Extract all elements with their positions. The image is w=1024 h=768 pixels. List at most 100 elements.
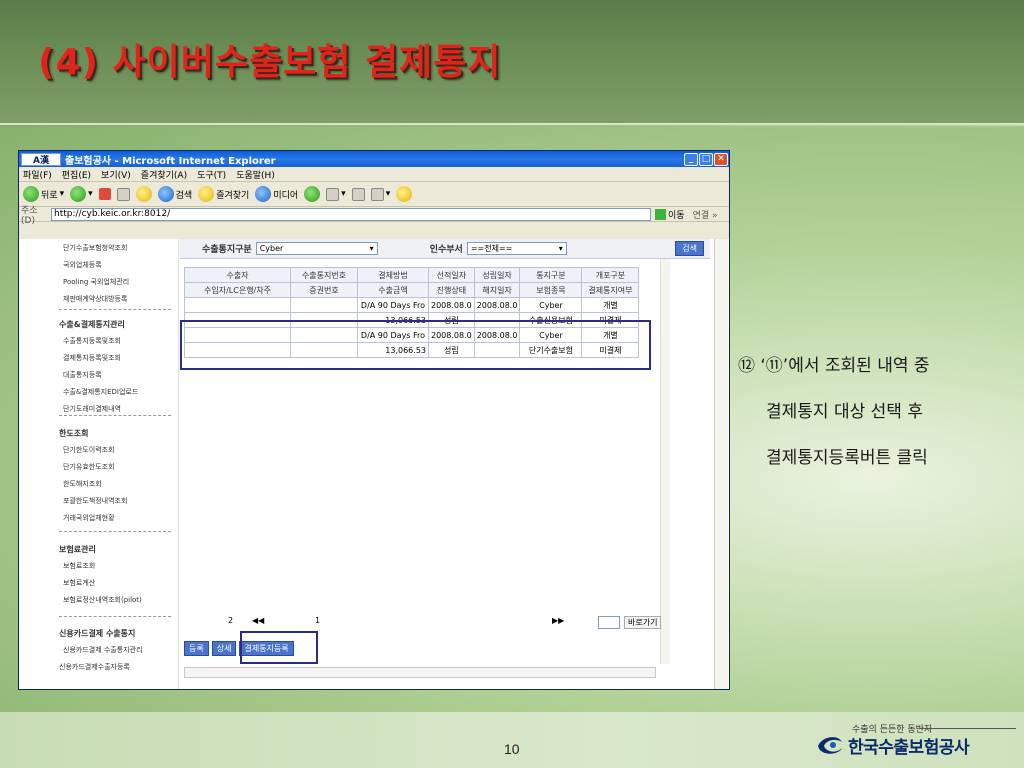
menu-edit[interactable]: 편집(E) bbox=[62, 168, 91, 181]
close-button[interactable]: ✕ bbox=[714, 152, 728, 166]
menu-item[interactable]: 단기수출보험청약조회 bbox=[59, 243, 129, 253]
menu-item[interactable]: Pooling 국외업체관리 bbox=[59, 277, 129, 287]
table-row[interactable]: D/A 90 Days Fro 2008.08.0 2008.08.0 Cybe… bbox=[184, 297, 640, 313]
menu-view[interactable]: 보기(V) bbox=[101, 168, 131, 181]
menu-help[interactable]: 도움말(H) bbox=[236, 168, 275, 181]
menu-item[interactable]: 수출&결제통지EDI업로드 bbox=[59, 387, 138, 397]
grid-header-cell[interactable]: 해지일자 bbox=[473, 282, 521, 298]
history-button[interactable] bbox=[304, 186, 321, 202]
grid-header-cell[interactable]: 선적일자 bbox=[428, 267, 475, 283]
mail-button[interactable]: ▾ bbox=[326, 187, 346, 201]
mail-icon bbox=[326, 187, 340, 201]
links-button[interactable]: 연결 » bbox=[693, 208, 718, 221]
minimize-button[interactable]: _ bbox=[684, 152, 698, 166]
menu-item[interactable]: 신용카드결제 수출통지관리 bbox=[59, 645, 143, 655]
menu-item[interactable]: 결제통지등록및조회 bbox=[59, 353, 138, 363]
menu-group-title[interactable]: 보험료관리 bbox=[59, 544, 142, 555]
menu-item[interactable]: 재판매계약상대방등록 bbox=[59, 294, 129, 304]
goto-page-input[interactable] bbox=[598, 616, 620, 629]
pager-current[interactable]: 1 bbox=[315, 616, 320, 625]
detail-button[interactable]: 상세 bbox=[211, 641, 237, 656]
media-label: 미디어 bbox=[273, 190, 299, 201]
grid-header-cell[interactable]: 통지구분 bbox=[519, 267, 583, 283]
history-icon bbox=[304, 186, 321, 202]
forward-button[interactable]: ▾ bbox=[70, 186, 93, 202]
register-button[interactable]: 등록 bbox=[184, 641, 209, 656]
stop-button[interactable] bbox=[98, 188, 111, 200]
grid-header-cell[interactable]: 결제방법 bbox=[357, 267, 429, 283]
favorites-button[interactable]: 즐겨찾기 bbox=[198, 186, 249, 202]
grid-header-cell[interactable]: 수출금액 bbox=[357, 282, 429, 298]
print-button[interactable] bbox=[351, 187, 365, 201]
grid-header-cell[interactable]: 증권번호 bbox=[290, 282, 358, 298]
grid-header-row: 수입자/LC은행/차주 증권번호 수출금액 진행상태 해지일자 보험종목 결제통… bbox=[184, 282, 640, 298]
menu-item[interactable]: 포괄한도책정내역조회 bbox=[59, 496, 127, 506]
menu-item[interactable]: 국외업체등록 bbox=[59, 260, 129, 270]
menu-group-premium: 보험료관리 보험료조회 보험료계산 보험료정산내역조회(pilot) bbox=[59, 544, 142, 612]
menu-group-title[interactable]: 수출&결제통지관리 bbox=[59, 319, 138, 330]
left-menu: 단기수출보험청약조회 국외업체등록 Pooling 국외업체관리 재판매계약상대… bbox=[19, 239, 179, 689]
menu-item[interactable]: 단기도래미결제내역 bbox=[59, 404, 138, 414]
grid-header-cell[interactable]: 보험종목 bbox=[519, 282, 583, 298]
grid-header-cell[interactable]: 결제통지여부 bbox=[581, 282, 640, 298]
menu-item[interactable]: 신용카드결제수출자등록 bbox=[59, 662, 143, 672]
pager-prev[interactable]: ◀◀ bbox=[252, 616, 264, 625]
menu-item[interactable]: 보험료계산 bbox=[59, 578, 142, 588]
grid-header-cell[interactable]: 진행상태 bbox=[428, 282, 475, 298]
grid-header-cell[interactable]: 수출통지번호 bbox=[290, 267, 358, 283]
back-button[interactable]: 뒤로 ▾ bbox=[23, 186, 64, 202]
menu-group-title[interactable]: 신용카드결제 수출통지 bbox=[59, 628, 143, 639]
search-button[interactable]: 검색 bbox=[157, 186, 192, 202]
menu-divider bbox=[59, 309, 171, 310]
maximize-button[interactable]: □ bbox=[699, 152, 713, 166]
chevron-down-icon: ▾ bbox=[369, 244, 374, 253]
filter-search-button[interactable]: 검색 bbox=[675, 241, 704, 256]
page-scrollbar[interactable] bbox=[714, 239, 728, 689]
dept-value: ==전체== bbox=[470, 244, 513, 253]
grid-header-cell[interactable]: 수출자 bbox=[184, 267, 291, 283]
goto-page-button[interactable]: 바로가기 bbox=[624, 616, 662, 629]
window-title: 출보험공사 - Microsoft Internet Explorer bbox=[65, 155, 276, 167]
pager: 2 ◀◀ 1 ▶▶ bbox=[200, 616, 660, 630]
address-value: http://cyb.keic.or.kr:8012/ bbox=[54, 209, 171, 219]
pager-next[interactable]: ▶▶ bbox=[552, 616, 564, 625]
home-icon bbox=[135, 186, 152, 202]
grid-header-cell[interactable]: 성립일자 bbox=[473, 267, 521, 283]
menu-divider bbox=[59, 415, 171, 416]
menu-item[interactable]: 수출통지등록및조회 bbox=[59, 336, 138, 346]
forward-icon bbox=[70, 186, 87, 202]
refresh-button[interactable] bbox=[116, 187, 130, 201]
address-input[interactable]: http://cyb.keic.or.kr:8012/ bbox=[51, 207, 651, 221]
menu-file[interactable]: 파일(F) bbox=[23, 168, 52, 181]
menu-item[interactable]: 단기유효한도조회 bbox=[59, 462, 127, 472]
grid-cell: Cyber bbox=[519, 297, 583, 313]
menu-group-title[interactable]: 한도조회 bbox=[59, 428, 127, 439]
home-button[interactable] bbox=[135, 186, 152, 202]
grid-header-cell[interactable]: 개포구분 bbox=[581, 267, 640, 283]
dept-select[interactable]: ==전체== ▾ bbox=[466, 242, 567, 255]
menu-item[interactable]: 거래국외업체현황 bbox=[59, 513, 127, 523]
instruction-line-2: 결제통지 대상 선택 후 bbox=[766, 402, 923, 423]
horizontal-scrollbar[interactable] bbox=[184, 667, 656, 678]
refresh-icon bbox=[116, 187, 130, 201]
folder-button[interactable] bbox=[396, 186, 413, 202]
folder-icon bbox=[396, 186, 413, 202]
inner-scrollbar[interactable] bbox=[660, 259, 670, 664]
grid-cell bbox=[290, 297, 358, 313]
notice-type-select[interactable]: Cyber ▾ bbox=[255, 242, 378, 255]
menu-item[interactable]: 보험료조회 bbox=[59, 561, 142, 571]
menu-item[interactable]: 단기한도이력조회 bbox=[59, 445, 127, 455]
menu-favorites[interactable]: 즐겨찾기(A) bbox=[141, 168, 187, 181]
menu-tools[interactable]: 도구(T) bbox=[197, 168, 226, 181]
edit-button[interactable]: ▾ bbox=[370, 187, 390, 201]
go-icon bbox=[655, 208, 666, 220]
menu-item[interactable]: 대출통지등록 bbox=[59, 370, 138, 380]
main-frame: 수출통지구분 Cyber ▾ 인수부서 ==전체== ▾ 검색 수출자 수출통지번호… bbox=[180, 239, 716, 689]
menu-item[interactable]: 보험료정산내역조회(pilot) bbox=[59, 595, 142, 605]
grid-cell: 2008.08.0 bbox=[473, 297, 521, 313]
grid-header-row: 수출자 수출통지번호 결제방법 선적일자 성립일자 통지구분 개포구분 bbox=[184, 267, 640, 283]
media-button[interactable]: 미디어 bbox=[255, 186, 298, 202]
grid-header-cell[interactable]: 수입자/LC은행/차주 bbox=[184, 282, 291, 298]
go-button[interactable]: 이동 bbox=[655, 208, 685, 221]
menu-item[interactable]: 한도해지조회 bbox=[59, 479, 127, 489]
